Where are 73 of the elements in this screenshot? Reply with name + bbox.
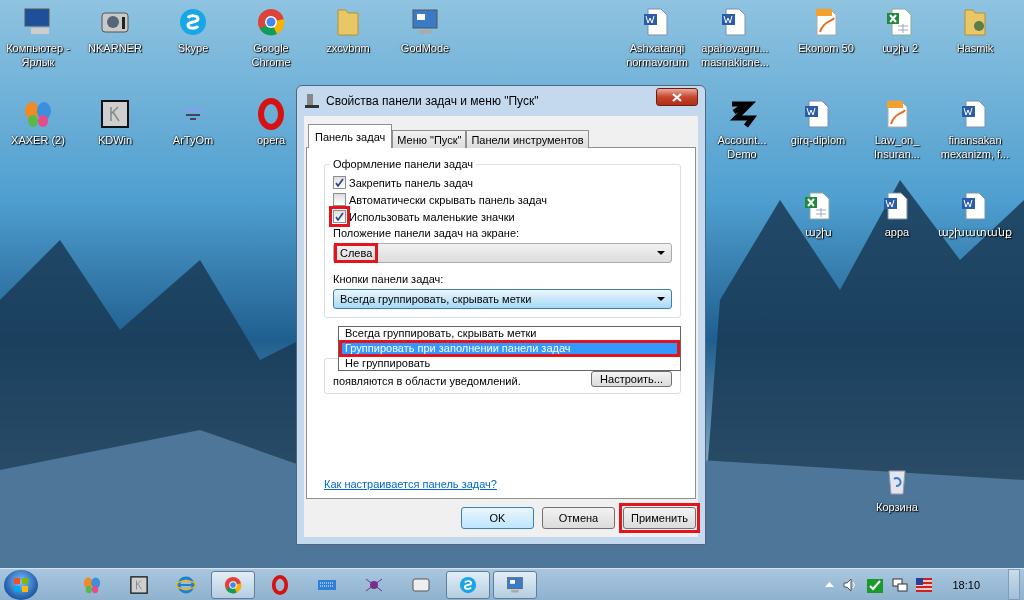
close-icon: [672, 92, 682, 102]
desktop-icon-label[interactable]: GodMode: [400, 41, 450, 55]
windows-logo-icon: [13, 576, 29, 593]
dropdown-caret-icon: [657, 251, 665, 255]
desktop-icon-label[interactable]: Корзина: [876, 500, 918, 514]
desktop-icon-label[interactable]: girq-diplom: [790, 133, 846, 147]
network-icon[interactable]: [892, 576, 909, 593]
opera-icon: [270, 574, 290, 595]
chrome-icon: [223, 574, 243, 595]
desktop-icon-label[interactable]: աշխ 2: [881, 41, 919, 55]
close-button[interactable]: [656, 88, 698, 106]
opera-icon: [255, 98, 287, 130]
skype-icon: [458, 574, 478, 595]
checkbox-label: Автоматически скрывать панель задач: [349, 193, 547, 206]
taskbar-button[interactable]: [211, 570, 255, 599]
desktop-icon-label[interactable]: աշխատանք: [938, 225, 1012, 239]
ie-icon: [176, 574, 196, 595]
desktop-icon-label[interactable]: KDWin: [97, 133, 133, 147]
desktop-icon-label[interactable]: NKARNER: [88, 41, 142, 55]
desktop-icon-label[interactable]: աշխ: [804, 225, 832, 239]
desktop-icon-label[interactable]: Google Chrome: [233, 41, 309, 69]
check-icon: [335, 178, 344, 187]
skype-icon: [177, 6, 209, 38]
clock[interactable]: 18:10: [952, 578, 980, 591]
taskbar-button[interactable]: [446, 570, 490, 599]
desktop-icon-label[interactable]: Account... Demo: [704, 133, 780, 161]
keyboard-icon: [317, 577, 337, 592]
control-panel-icon: [505, 574, 525, 595]
field-label: Положение панели задач на экране:: [333, 227, 521, 239]
taskbar-app-icon: [304, 93, 320, 109]
desktop-icon-label[interactable]: zxcvbnm: [326, 41, 370, 55]
desktop-icon-label[interactable]: Skype: [177, 41, 209, 55]
checkbox[interactable]: [333, 176, 346, 189]
key-icon: [99, 98, 131, 130]
position-dropdown[interactable]: Слева: [333, 243, 672, 263]
taskbar-button[interactable]: [493, 570, 537, 599]
help-link[interactable]: Как настраивается панель задач?: [324, 478, 497, 490]
notification-text: появляются в области уведомлений.: [333, 375, 521, 387]
window-icon: [412, 576, 430, 593]
desktop-icon-label[interactable]: ArTyOm: [172, 133, 214, 147]
tab[interactable]: Панель задач: [308, 124, 393, 148]
start-button[interactable]: [4, 569, 38, 600]
up-arrow-icon[interactable]: [825, 582, 835, 587]
checkbox-label: Использовать маленькие значки: [349, 210, 515, 223]
desktop-icon-label[interactable]: Компьютер - Ярлык: [0, 41, 76, 69]
desktop-icon-label[interactable]: Ashxatanqi normavorum: [619, 41, 695, 69]
desktop-icon-label[interactable]: Law_on_ Insuran...: [859, 133, 935, 161]
dialog-button[interactable]: Отмена: [542, 507, 615, 529]
buttons-dropdown[interactable]: Всегда группировать, скрывать метки: [333, 289, 672, 309]
desktop-icon-label[interactable]: apahovagru... masnakicne...: [697, 41, 773, 69]
desktop-icon-label[interactable]: XAXER (2): [11, 133, 65, 147]
desktop-icon-label[interactable]: appa: [884, 225, 910, 239]
window-title: Свойства панели задач и меню "Пуск": [326, 94, 540, 108]
check-icon: [335, 212, 344, 221]
tab[interactable]: Меню "Пуск": [392, 130, 467, 148]
key-icon: [129, 574, 149, 595]
field-label: Кнопки панели задач:: [333, 273, 445, 285]
checkbox-label: Закрепить панель задач: [349, 176, 474, 189]
desktop-icon-label[interactable]: finansakan mexanizm, f...: [937, 133, 1013, 161]
desktop-icon-label[interactable]: Ekonom 50: [798, 41, 854, 55]
dialog-button[interactable]: OK: [461, 507, 534, 529]
dropdown-caret-icon: [657, 297, 665, 301]
tab[interactable]: Панели инструментов: [466, 130, 589, 148]
checkbox[interactable]: [333, 193, 346, 206]
dialog-button[interactable]: Применить: [623, 507, 696, 529]
desktop-icon-label[interactable]: Hasmik: [956, 41, 994, 55]
flag-icon[interactable]: [916, 577, 933, 592]
chrome-icon: [255, 6, 287, 38]
desktop-icon-label[interactable]: opera: [256, 133, 286, 147]
customize-button[interactable]: Настроить...: [591, 371, 672, 387]
show-desktop-button[interactable]: [1008, 569, 1020, 600]
dropdown-option[interactable]: Группировать при заполнении панели задач: [339, 340, 680, 357]
group-title: Оформление панели задач: [330, 158, 477, 170]
